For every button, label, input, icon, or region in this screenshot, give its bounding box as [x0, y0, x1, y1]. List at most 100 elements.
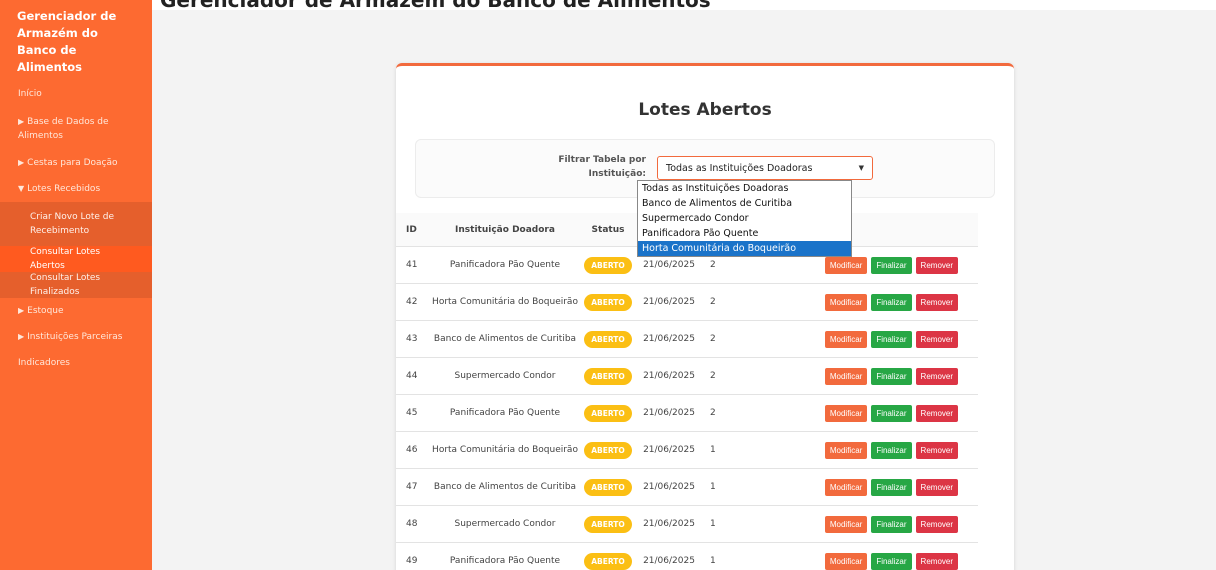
modify-button[interactable]: Modificar	[824, 404, 868, 422]
modify-button[interactable]: Modificar	[824, 478, 868, 496]
status-badge: ABERTO	[584, 552, 632, 570]
dropdown-option[interactable]: Panificadora Pão Quente	[638, 226, 851, 241]
sidebar-item-base-dados[interactable]: ▶ Base de Dados de Alimentos	[0, 107, 152, 150]
cell-id: 45	[406, 408, 418, 418]
chevron-right-icon: ▶	[18, 332, 25, 341]
cell-date: 21/06/2025	[643, 519, 695, 529]
sidebar-item-cestas[interactable]: ▶ Cestas para Doação	[0, 150, 152, 176]
header-institution: Instituição Doadora	[455, 224, 555, 235]
cell-date: 21/06/2025	[643, 408, 695, 418]
cell-actions: Modificar Finalizar Remover	[740, 367, 978, 385]
finalize-button[interactable]: Finalizar	[871, 256, 912, 274]
modify-button[interactable]: Modificar	[824, 367, 868, 385]
sidebar-item-estoque[interactable]: ▶ Estoque	[0, 298, 152, 324]
cell-id: 43	[406, 334, 418, 344]
cell-status: ABERTO	[578, 404, 638, 422]
modify-button[interactable]: Modificar	[824, 330, 868, 348]
cell-institution: Horta Comunitária do Boqueirão	[432, 445, 578, 455]
cell-status: ABERTO	[578, 330, 638, 348]
cell-status: ABERTO	[578, 441, 638, 459]
table-row: 48 Supermercado Condor ABERTO 21/06/2025 1 Mo…	[396, 506, 978, 543]
cell-institution: Panificadora Pão Quente	[449, 260, 561, 270]
table-row: 49 Panificadora Pão Quente ABERTO 21/06/202…	[396, 543, 978, 570]
table-row: 44 Supermercado Condor ABERTO 21/06/2025 2 Mo…	[396, 358, 978, 395]
remove-button[interactable]: Remover	[915, 330, 958, 348]
remove-button[interactable]: Remover	[915, 552, 958, 570]
cell-id: 49	[406, 556, 418, 566]
sidebar-item-label: Base de Dados de Alimentos	[18, 116, 109, 141]
dropdown-option[interactable]: Todas as Instituições Doadoras	[638, 181, 851, 196]
finalize-button[interactable]: Finalizar	[871, 330, 912, 348]
sidebar-item-label: Lotes Recebidos	[27, 184, 101, 194]
cell-quantity: 1	[710, 445, 716, 455]
cell-id: 47	[406, 482, 418, 492]
finalize-button[interactable]: Finalizar	[871, 515, 912, 533]
modify-button[interactable]: Modificar	[824, 552, 868, 570]
chevron-down-icon: ▼	[18, 184, 25, 193]
sidebar-subitem-criar-lote[interactable]: Criar Novo Lote de Recebimento	[0, 202, 152, 246]
modify-button[interactable]: Modificar	[824, 441, 868, 459]
cell-institution: Panificadora Pão Quente	[449, 408, 561, 418]
cell-institution: Panificadora Pão Quente	[449, 556, 561, 566]
status-badge: ABERTO	[584, 293, 632, 311]
cell-actions: Modificar Finalizar Remover	[740, 441, 978, 459]
remove-button[interactable]: Remover	[915, 515, 958, 533]
cell-actions: Modificar Finalizar Remover	[740, 293, 978, 311]
lotes-table: ID Instituição Doadora Status 41 Panifica…	[396, 213, 978, 570]
cell-institution: Banco de Alimentos de Curitiba	[433, 482, 577, 492]
modify-button[interactable]: Modificar	[824, 515, 868, 533]
modify-button[interactable]: Modificar	[824, 256, 868, 274]
cell-institution: Supermercado Condor	[454, 371, 556, 381]
header-title: Gerenciador de Armazém do Banco de Alime…	[160, 0, 711, 10]
cell-quantity: 2	[710, 334, 716, 344]
table-row: 43 Banco de Alimentos de Curitiba ABERTO 21…	[396, 321, 978, 358]
modify-button[interactable]: Modificar	[824, 293, 868, 311]
remove-button[interactable]: Remover	[915, 441, 958, 459]
status-badge: ABERTO	[584, 256, 632, 274]
remove-button[interactable]: Remover	[915, 256, 958, 274]
sidebar-item-label: Indicadores	[18, 358, 70, 368]
sidebar: Gerenciador de Armazém do Banco de Alime…	[0, 0, 152, 570]
sidebar-item-label: Criar Novo Lote de Recebimento	[30, 212, 115, 236]
status-badge: ABERTO	[584, 330, 632, 348]
sidebar-item-instituicoes[interactable]: ▶ Instituições Parceiras	[0, 324, 152, 350]
cell-id: 44	[406, 371, 418, 381]
sidebar-item-inicio[interactable]: Início	[0, 81, 152, 107]
dropdown-option[interactable]: Supermercado Condor	[638, 211, 851, 226]
cell-actions: Modificar Finalizar Remover	[740, 552, 978, 570]
cell-quantity: 2	[710, 260, 716, 270]
remove-button[interactable]: Remover	[915, 367, 958, 385]
sidebar-subitem-lotes-finalizados[interactable]: Consultar Lotes Finalizados	[0, 272, 152, 298]
chevron-right-icon: ▶	[18, 116, 25, 126]
sidebar-item-lotes-recebidos[interactable]: ▼ Lotes Recebidos	[0, 176, 152, 202]
finalize-button[interactable]: Finalizar	[871, 367, 912, 385]
finalize-button[interactable]: Finalizar	[871, 293, 912, 311]
cell-status: ABERTO	[578, 293, 638, 311]
remove-button[interactable]: Remover	[915, 478, 958, 496]
cell-institution: Supermercado Condor	[454, 519, 556, 529]
sidebar-subitem-lotes-abertos[interactable]: Consultar Lotes Abertos	[0, 246, 152, 272]
header-status: Status	[591, 224, 625, 235]
table-row: 47 Banco de Alimentos de Curitiba ABERTO 21…	[396, 469, 978, 506]
cell-id: 41	[406, 260, 418, 270]
sidebar-item-indicadores[interactable]: Indicadores	[0, 350, 152, 376]
select-value: Todas as Instituições Doadoras	[666, 162, 813, 174]
status-badge: ABERTO	[584, 367, 632, 385]
finalize-button[interactable]: Finalizar	[871, 441, 912, 459]
remove-button[interactable]: Remover	[915, 293, 958, 311]
finalize-button[interactable]: Finalizar	[871, 552, 912, 570]
cell-id: 46	[406, 445, 418, 455]
cell-date: 21/06/2025	[643, 445, 695, 455]
cell-quantity: 2	[710, 371, 716, 381]
remove-button[interactable]: Remover	[915, 404, 958, 422]
status-badge: ABERTO	[584, 404, 632, 422]
dropdown-option[interactable]: Banco de Alimentos de Curitiba	[638, 196, 851, 211]
institution-filter-select[interactable]: Todas as Instituições Doadoras ▼	[657, 156, 873, 180]
finalize-button[interactable]: Finalizar	[871, 404, 912, 422]
page-title: Lotes Abertos	[638, 100, 772, 120]
cell-quantity: 1	[710, 519, 716, 529]
dropdown-option-highlighted[interactable]: Horta Comunitária do Boqueirão	[638, 241, 851, 256]
finalize-button[interactable]: Finalizar	[871, 478, 912, 496]
cell-id: 48	[406, 519, 418, 529]
sidebar-submenu-lotes: Criar Novo Lote de Recebimento Consultar…	[0, 202, 152, 298]
